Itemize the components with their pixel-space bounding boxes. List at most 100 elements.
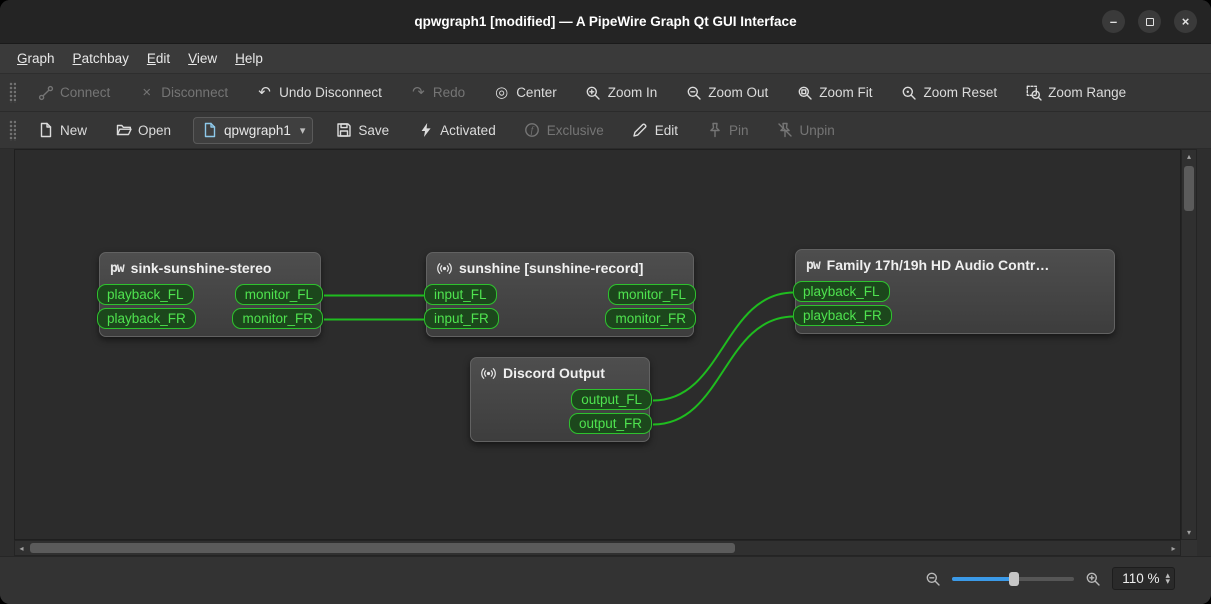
- node-title: sunshine [sunshine-record]: [459, 260, 644, 276]
- horizontal-scrollbar-handle[interactable]: [30, 543, 735, 553]
- menu-bar: Graph Patchbay Edit View Help: [0, 44, 1211, 74]
- port-output_FR[interactable]: output_FR: [568, 413, 652, 434]
- scroll-left-icon[interactable]: ◂: [15, 541, 28, 555]
- menu-edit[interactable]: Edit: [138, 47, 179, 70]
- node-sink-sunshine-stereo[interactable]: pw sink-sunshine-stereo playback_FL monitor…: [97, 252, 323, 337]
- port-playback_FR[interactable]: playback_FR: [97, 308, 196, 329]
- zoom-out-icon: [685, 84, 702, 101]
- open-icon: [115, 122, 132, 139]
- zoom-range-icon: [1025, 84, 1042, 101]
- save-button[interactable]: Save: [327, 117, 397, 144]
- stream-icon: [437, 261, 452, 276]
- app-window: qpwgraph1 [modified] — A PipeWire Graph …: [0, 0, 1211, 604]
- graph-canvas[interactable]: pw sink-sunshine-stereo playback_FL monitor…: [14, 149, 1181, 540]
- port-input_FR[interactable]: input_FR: [424, 308, 499, 329]
- zoom-fit-button[interactable]: Zoom Fit: [788, 79, 880, 106]
- zoom-fit-icon: [796, 84, 813, 101]
- port-playback_FL[interactable]: playback_FL: [793, 281, 890, 302]
- port-monitor_FR[interactable]: monitor_FR: [232, 308, 323, 329]
- node-title: Discord Output: [503, 365, 605, 381]
- menu-patchbay[interactable]: Patchbay: [64, 47, 138, 70]
- minimize-button[interactable]: –: [1102, 10, 1125, 33]
- window-controls: – ×: [1102, 0, 1197, 43]
- spin-down-icon[interactable]: ▾: [1165, 576, 1170, 584]
- edit-icon: [632, 122, 649, 139]
- minimize-icon: –: [1109, 14, 1118, 29]
- status-zoom-out-icon: [925, 571, 941, 587]
- pipewire-icon: pw: [110, 260, 125, 276]
- maximize-icon: [1145, 17, 1154, 26]
- activated-button[interactable]: Activated: [409, 117, 504, 144]
- toolbar-drag-handle[interactable]: [9, 82, 16, 103]
- exclusive-button: f Exclusive: [516, 117, 612, 144]
- patchbay-toolbar: New Open qpwgraph1 ▾ Save Activated f Exclusive…: [0, 112, 1211, 149]
- port-monitor_FL[interactable]: monitor_FL: [607, 284, 696, 305]
- zoom-slider[interactable]: [952, 571, 1075, 587]
- disconnect-icon: ×: [142, 84, 152, 101]
- vertical-scrollbar[interactable]: ▴ ▾: [1181, 149, 1197, 540]
- svg-text:f: f: [531, 125, 535, 136]
- node-title: sink-sunshine-stereo: [130, 260, 272, 276]
- node-family-audio[interactable]: pw Family 17h/19h HD Audio Contr… playback…: [793, 249, 1115, 334]
- zoom-range-button[interactable]: Zoom Range: [1017, 79, 1134, 106]
- port-monitor_FL[interactable]: monitor_FL: [234, 284, 323, 305]
- zoom-in-button[interactable]: Zoom In: [577, 79, 666, 106]
- toolbar-drag-handle[interactable]: [9, 119, 16, 141]
- scroll-right-icon[interactable]: ▸: [1167, 541, 1180, 555]
- scroll-down-icon[interactable]: ▾: [1182, 526, 1196, 539]
- patchbay-select-value: qpwgraph1: [224, 122, 291, 138]
- redo-button: ↷ Redo: [402, 79, 473, 106]
- unpin-icon: [777, 122, 794, 139]
- undo-icon: ↶: [258, 84, 271, 101]
- zoom-out-button[interactable]: Zoom Out: [677, 79, 776, 106]
- zoom-spinbox[interactable]: 110 % ▴ ▾: [1112, 567, 1175, 590]
- pin-button: Pin: [698, 117, 757, 144]
- new-button[interactable]: New: [29, 117, 95, 144]
- redo-icon: ↷: [412, 84, 425, 101]
- port-output_FL[interactable]: output_FL: [571, 389, 652, 410]
- pipewire-icon: pw: [806, 257, 821, 273]
- menu-view[interactable]: View: [179, 47, 226, 70]
- status-zoom-in-icon: [1085, 571, 1101, 587]
- zoom-value: 110 %: [1122, 571, 1160, 586]
- center-button[interactable]: ◎ Center: [485, 79, 565, 106]
- connect-button: Connect: [29, 79, 118, 106]
- patchbay-select[interactable]: qpwgraph1 ▾: [193, 116, 314, 144]
- node-sunshine[interactable]: sunshine [sunshine-record] input_FL monito…: [424, 252, 696, 337]
- port-input_FL[interactable]: input_FL: [424, 284, 497, 305]
- window-title: qpwgraph1 [modified] — A PipeWire Graph …: [414, 14, 797, 29]
- horizontal-scrollbar[interactable]: ◂ ▸: [14, 540, 1181, 556]
- port-monitor_FR[interactable]: monitor_FR: [605, 308, 696, 329]
- close-button[interactable]: ×: [1174, 10, 1197, 33]
- menu-graph[interactable]: Graph: [8, 47, 64, 70]
- zoom-slider-fill: [952, 576, 1015, 581]
- unpin-button: Unpin: [769, 117, 843, 144]
- open-button[interactable]: Open: [107, 117, 179, 144]
- central-area: pw sink-sunshine-stereo playback_FL monitor…: [14, 149, 1197, 556]
- exclusive-icon: f: [524, 122, 541, 139]
- dropdown-arrow-icon: ▾: [299, 124, 306, 137]
- menu-help[interactable]: Help: [226, 47, 272, 70]
- undo-disconnect-button[interactable]: ↶ Undo Disconnect: [248, 79, 390, 106]
- disconnect-button: × Disconnect: [130, 79, 236, 106]
- zoom-in-icon: [585, 84, 602, 101]
- center-icon: ◎: [495, 84, 509, 101]
- activated-icon: [417, 122, 434, 139]
- scroll-up-icon[interactable]: ▴: [1182, 150, 1196, 163]
- pin-icon: [706, 122, 723, 139]
- edit-button[interactable]: Edit: [624, 117, 686, 144]
- zoom-slider-handle[interactable]: [1009, 571, 1020, 586]
- stream-icon: [481, 366, 496, 381]
- connect-icon: [37, 84, 54, 101]
- maximize-button[interactable]: [1138, 10, 1161, 33]
- new-icon: [37, 122, 54, 139]
- node-discord-output[interactable]: Discord Output output_FL output_FR: [470, 357, 652, 442]
- title-bar[interactable]: qpwgraph1 [modified] — A PipeWire Graph …: [0, 0, 1211, 44]
- port-playback_FL[interactable]: playback_FL: [97, 284, 194, 305]
- port-playback_FR[interactable]: playback_FR: [793, 305, 892, 326]
- scrollbar-corner: [1181, 540, 1197, 556]
- vertical-scrollbar-handle[interactable]: [1184, 166, 1194, 211]
- zoom-reset-button[interactable]: Zoom Reset: [893, 79, 1006, 106]
- zoom-reset-icon: [901, 84, 918, 101]
- zoom-spin-arrows[interactable]: ▴ ▾: [1165, 571, 1170, 585]
